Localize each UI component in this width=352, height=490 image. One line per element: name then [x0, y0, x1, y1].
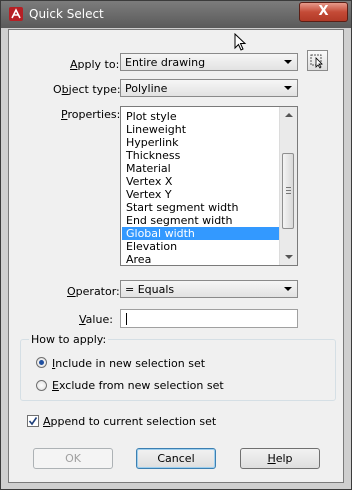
object-type-dropdown[interactable]: Polyline — [120, 79, 298, 97]
object-type-value: Polyline — [125, 82, 168, 95]
thumb-grip — [286, 193, 291, 194]
chevron-down-icon — [284, 86, 292, 90]
property-list-item[interactable]: Hyperlink — [122, 136, 284, 149]
thumb-grip — [286, 190, 291, 191]
select-objects-button[interactable] — [307, 50, 328, 71]
exclude-radio-label[interactable]: Exclude from new selection set — [52, 379, 224, 392]
properties-scrollbar[interactable] — [279, 107, 297, 265]
property-list-item[interactable]: End segment width — [122, 214, 284, 227]
checkmark-icon — [28, 417, 38, 426]
quick-select-dialog: Quick Select X Apply to: Entire drawing … — [0, 0, 352, 490]
append-checkbox[interactable] — [27, 415, 39, 427]
cancel-button[interactable]: Cancel — [136, 448, 216, 469]
property-list-item[interactable]: Vertex X — [122, 175, 284, 188]
select-objects-icon — [310, 54, 323, 69]
ok-button[interactable]: OK — [33, 448, 113, 469]
scroll-down-arrow-icon[interactable] — [285, 255, 293, 259]
scroll-up-arrow-icon[interactable] — [285, 113, 293, 117]
radio-selected-dot — [39, 360, 44, 365]
object-type-label: Object type: — [53, 83, 121, 96]
property-list-item[interactable]: Start segment width — [122, 201, 284, 214]
autocad-app-icon — [9, 7, 23, 21]
operator-dropdown[interactable]: = Equals — [120, 280, 298, 298]
close-button[interactable]: X — [299, 2, 348, 22]
properties-listbox[interactable]: Plot style Lineweight Hyperlink Thickness Ma… — [120, 106, 298, 266]
properties-label: Properties: — [61, 108, 121, 121]
mouse-pointer-icon — [234, 33, 247, 51]
operator-value: = Equals — [125, 283, 175, 296]
thumb-grip — [286, 187, 291, 188]
text-caret — [126, 313, 127, 325]
include-radio-label[interactable]: Include in new selection set — [52, 357, 205, 370]
property-list-item[interactable]: Plot style — [122, 110, 284, 123]
property-list-item[interactable]: Global width — [122, 227, 284, 240]
value-input[interactable] — [120, 309, 298, 328]
property-list-item[interactable]: Vertex Y — [122, 188, 284, 201]
operator-label: Operator: — [67, 285, 120, 298]
property-list-item[interactable]: Thickness — [122, 149, 284, 162]
help-button[interactable]: Help — [240, 448, 320, 469]
apply-to-label: Apply to: — [70, 58, 120, 71]
window-title: Quick Select — [29, 7, 104, 21]
value-label: Value: — [79, 313, 113, 326]
exclude-radio[interactable] — [36, 380, 47, 391]
title-bar[interactable]: Quick Select X — [1, 1, 351, 28]
property-list-item[interactable]: Area — [122, 253, 284, 265]
apply-to-dropdown[interactable]: Entire drawing — [120, 53, 298, 71]
property-list-item[interactable]: Elevation — [122, 240, 284, 253]
include-radio[interactable] — [36, 357, 47, 368]
property-list-item[interactable]: Material — [122, 162, 284, 175]
how-to-apply-label: How to apply: — [29, 333, 109, 346]
apply-to-value: Entire drawing — [125, 56, 206, 69]
chevron-down-icon — [284, 60, 292, 64]
scroll-thumb[interactable] — [282, 153, 294, 229]
chevron-down-icon — [284, 287, 292, 291]
property-list-item[interactable]: Lineweight — [122, 123, 284, 136]
append-checkbox-label[interactable]: Append to current selection set — [43, 415, 216, 428]
